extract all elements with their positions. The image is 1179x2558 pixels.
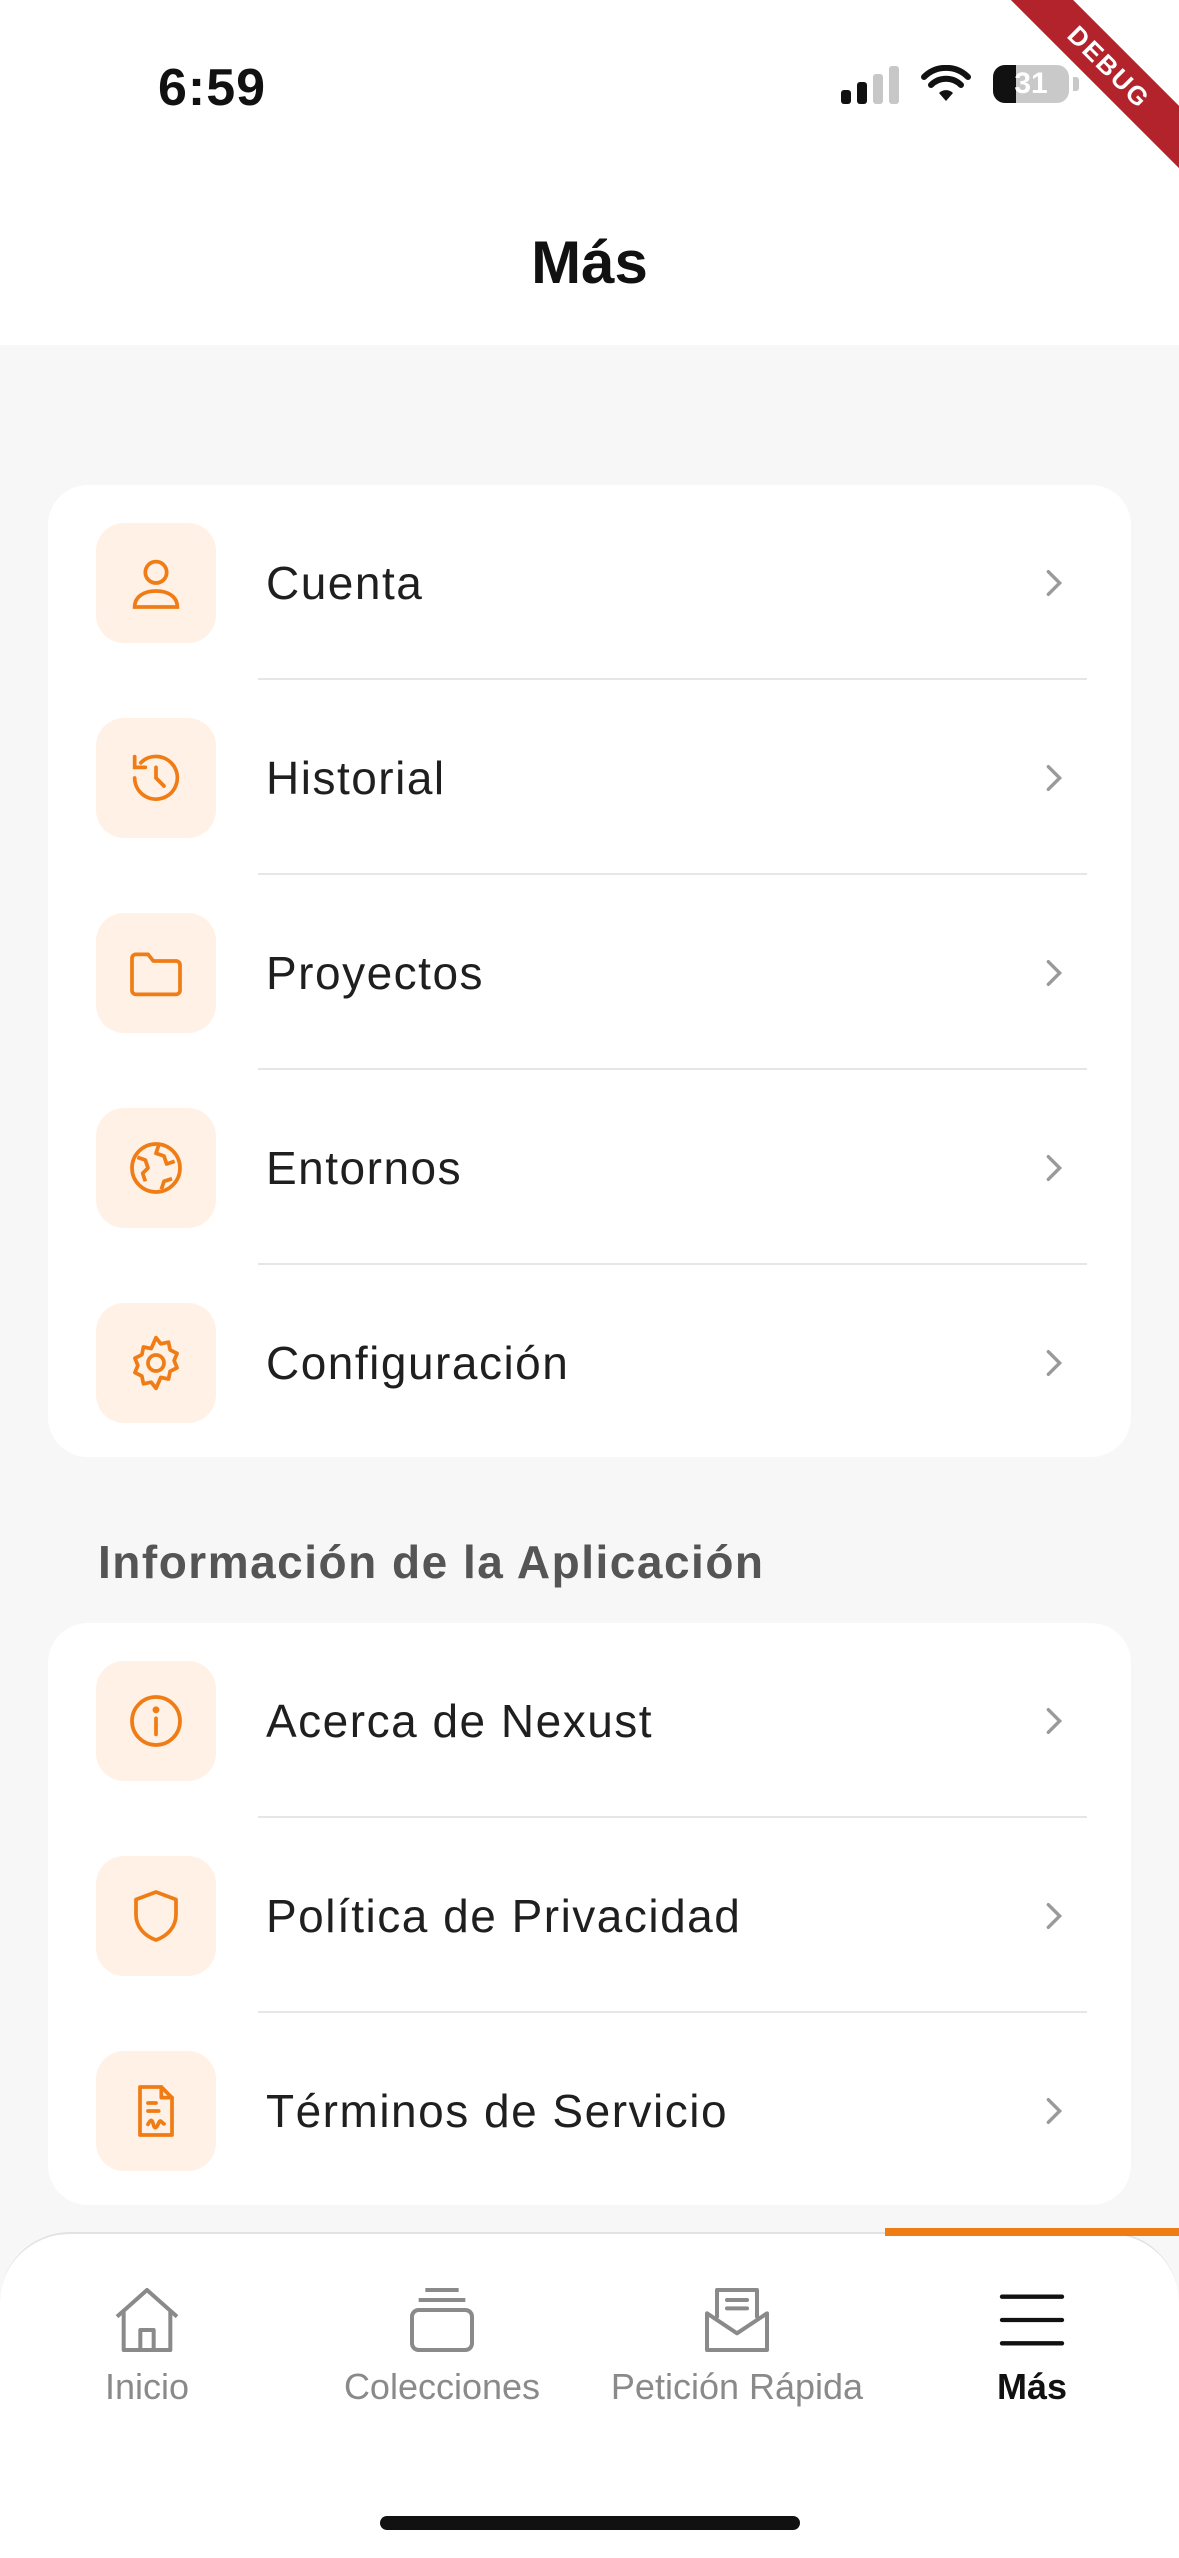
document-icon: [96, 2050, 216, 2171]
menu-item-label: Política de Privacidad: [266, 1889, 742, 1942]
chevron-right-icon: [1046, 1154, 1063, 1181]
wifi-icon: [921, 65, 971, 101]
battery-icon: 31: [993, 65, 1069, 103]
menu-item-label: Cuenta: [266, 556, 424, 609]
chevron-right-icon: [1046, 764, 1063, 791]
cellular-signal-icon: [841, 64, 899, 104]
main-menu-card: Cuenta Historial Proyectos Entornos Conf…: [48, 485, 1131, 1457]
menu-icon: [999, 2294, 1065, 2346]
collections-icon: [410, 2288, 474, 2352]
tab-label: Petición Rápida: [610, 2366, 864, 2407]
tab-colecciones[interactable]: Colecciones: [295, 2280, 589, 2408]
chevron-right-icon: [1046, 959, 1063, 986]
app-info-card: Acerca de Nexust Política de Privacidad …: [48, 1623, 1131, 2205]
active-tab-indicator: [885, 2228, 1179, 2236]
menu-item-cuenta[interactable]: Cuenta: [48, 485, 1131, 680]
menu-item-label: Términos de Servicio: [266, 2084, 729, 2137]
chevron-right-icon: [1046, 569, 1063, 596]
globe-icon: [96, 1107, 216, 1228]
folder-icon: [96, 912, 216, 1033]
menu-item-entornos[interactable]: Entornos: [48, 1070, 1131, 1265]
menu-item-proyectos[interactable]: Proyectos: [48, 875, 1131, 1070]
menu-item-label: Historial: [266, 751, 446, 804]
tab-peticion-rapida[interactable]: Petición Rápida: [590, 2280, 884, 2408]
tab-label: Más: [996, 2366, 1068, 2407]
section-title-app-info: Información de la Aplicación: [98, 1536, 765, 1588]
chevron-right-icon: [1046, 1707, 1063, 1734]
menu-item-acerca[interactable]: Acerca de Nexust: [48, 1623, 1131, 1818]
tab-label: Inicio: [104, 2366, 190, 2407]
home-indicator[interactable]: [380, 2516, 800, 2530]
chevron-right-icon: [1046, 1349, 1063, 1376]
menu-item-configuracion[interactable]: Configuración: [48, 1265, 1131, 1460]
chevron-right-icon: [1046, 1902, 1063, 1929]
tab-mas[interactable]: Más: [885, 2280, 1179, 2408]
menu-item-label: Entornos: [266, 1141, 463, 1194]
battery-level: 31: [1014, 67, 1048, 100]
chevron-right-icon: [1046, 2097, 1063, 2124]
shield-icon: [96, 1855, 216, 1976]
menu-item-label: Acerca de Nexust: [266, 1694, 654, 1747]
top-bar: 6:59 31 DEBUG Más: [0, 0, 1179, 345]
menu-item-label: Proyectos: [266, 946, 485, 999]
home-icon: [115, 2288, 179, 2352]
status-icons: 31: [841, 64, 1079, 104]
menu-item-label: Configuración: [266, 1336, 570, 1389]
info-icon: [96, 1660, 216, 1781]
menu-item-privacidad[interactable]: Política de Privacidad: [48, 1818, 1131, 2013]
tab-label: Colecciones: [343, 2366, 541, 2407]
battery-tip: [1073, 77, 1079, 91]
tab-inicio[interactable]: Inicio: [0, 2280, 294, 2408]
gear-icon: [96, 1302, 216, 1423]
menu-item-terminos[interactable]: Términos de Servicio: [48, 2013, 1131, 2208]
page-title: Más: [531, 229, 648, 296]
status-time: 6:59: [158, 59, 267, 117]
mail-icon: [705, 2288, 769, 2352]
user-icon: [96, 522, 216, 643]
menu-item-historial[interactable]: Historial: [48, 680, 1131, 875]
history-icon: [96, 717, 216, 838]
